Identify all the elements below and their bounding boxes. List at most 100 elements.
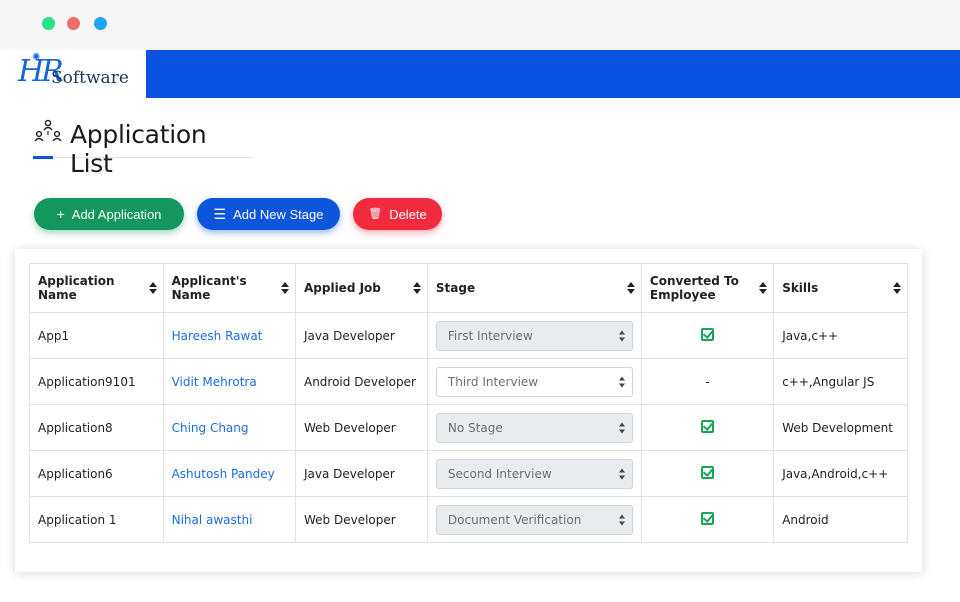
applicant-name-cell: Nihal awasthi [162,496,296,543]
stage-select-value: Second Interview [447,466,552,481]
app-header: ✺ HR Software [0,50,960,98]
applied-job-cell: Java Developer [294,312,428,359]
stage-cell: Document Verification [426,496,642,543]
application-name-cell: Application 1 [29,496,164,543]
applicant-link[interactable]: Ashutosh Pandey [172,467,275,481]
select-arrows-icon [618,376,626,387]
title-underline-accent [33,156,53,159]
sort-icon[interactable] [280,282,289,294]
column-header-applicant-name[interactable]: Applicant's Name [162,263,296,313]
table-row[interactable]: Application9101 Vidit Mehrotra Android Dev… [29,358,908,405]
checkbox-checked-icon [701,511,715,525]
applicant-link[interactable]: Hareesh Rawat [172,329,263,343]
table-row[interactable]: App1 Hareesh Rawat Java Developer First Int… [29,312,908,359]
page-title: Application List [70,120,207,178]
converted-cell: - [640,358,775,405]
select-arrows-icon [618,468,626,479]
page-title-section: Application List [33,116,253,178]
stage-select-value: Document Verification [447,512,582,527]
add-application-label: Add Application [71,206,162,222]
sort-icon[interactable] [893,282,901,294]
people-hierarchy-icon [34,119,62,142]
trash-icon: 🗑 [368,207,383,220]
skills-cell: Java,Android,c++ [773,450,908,497]
stage-select[interactable]: First Interview [435,320,633,351]
sort-icon[interactable] [412,282,421,294]
checkbox-checked-icon [701,465,715,479]
column-label: Converted To Employee [649,274,739,302]
skills-cell: Android [773,496,908,543]
converted-cell [640,496,775,543]
stage-select-value: Third Interview [447,374,539,389]
application-name-cell: App1 [29,312,164,359]
select-arrows-icon [618,330,626,341]
applied-job-cell: Web Developer [294,496,428,543]
column-header-skills[interactable]: Skills [773,263,908,313]
applicant-name-cell: Ching Chang [162,404,296,451]
application-name-cell: Application8 [29,404,164,451]
applications-card: Application Name Applicant's Name Applie… [15,249,922,572]
applicant-name-cell: Hareesh Rawat [162,312,296,359]
applicant-name-cell: Vidit Mehrotra [162,358,296,405]
sort-icon[interactable] [759,282,768,294]
column-header-stage[interactable]: Stage [426,263,642,313]
applicant-link[interactable]: Ching Chang [172,421,249,435]
column-label: Applicant's Name [171,274,247,302]
window-close-button[interactable] [67,17,80,30]
column-header-applied-job[interactable]: Applied Job [294,263,428,313]
application-name-cell: Application9101 [29,358,164,405]
table-row[interactable]: Application 1 Nihal awasthi Web Developer D… [29,496,908,543]
table-row[interactable]: Application6 Ashutosh Pandey Java Develope… [29,450,908,497]
window-titlebar [0,0,960,50]
stage-select[interactable]: Third Interview [435,366,633,397]
list-icon: ☰ [213,206,227,222]
header-bar [146,50,960,98]
applied-job-cell: Web Developer [294,404,428,451]
window-maximize-button[interactable] [42,17,55,30]
add-new-stage-label: Add New Stage [233,206,324,222]
skills-cell: Java,c++ [773,312,908,359]
column-header-application-name[interactable]: Application Name [29,263,164,313]
stage-cell: First Interview [426,312,642,359]
applicant-name-cell: Ashutosh Pandey [162,450,296,497]
plus-icon: + [56,206,65,222]
skills-cell: Web Development [773,404,908,451]
applicant-link[interactable]: Vidit Mehrotra [172,375,257,389]
window-minimize-button[interactable] [94,17,107,30]
checkbox-checked-icon [701,327,715,341]
table-row[interactable]: Application8 Ching Chang Web Developer No S… [29,404,908,451]
applied-job-cell: Android Developer [294,358,428,405]
stage-select[interactable]: Document Verification [435,504,633,535]
not-converted-text: - [705,374,710,389]
sort-icon[interactable] [148,282,157,294]
stage-select-value: First Interview [447,328,533,343]
stage-select[interactable]: No Stage [435,412,633,443]
logo[interactable]: ✺ HR Software [0,50,146,98]
add-new-stage-button[interactable]: ☰ Add New Stage [197,198,340,230]
applications-table: Application Name Applicant's Name Applie… [29,263,908,543]
column-label: Stage [435,281,476,295]
table-header-row: Application Name Applicant's Name Applie… [29,263,908,313]
applied-job-cell: Java Developer [294,450,428,497]
add-application-button[interactable]: + Add Application [34,198,184,230]
column-label: Skills [782,281,819,295]
column-label: Applied Job [303,281,381,295]
column-header-converted[interactable]: Converted To Employee [640,263,775,313]
application-name-cell: Application6 [29,450,164,497]
select-arrows-icon [618,422,626,433]
applicant-link[interactable]: Nihal awasthi [172,513,253,527]
stage-cell: No Stage [426,404,642,451]
skills-cell: c++,Angular JS [773,358,908,405]
stage-cell: Second Interview [426,450,642,497]
sort-icon[interactable] [626,282,635,294]
stage-select-value: No Stage [447,420,503,435]
select-arrows-icon [618,514,626,525]
converted-cell [640,450,775,497]
converted-cell [640,404,775,451]
stage-cell: Third Interview [426,358,642,405]
stage-select[interactable]: Second Interview [435,458,633,489]
checkbox-checked-icon [701,419,715,433]
delete-button[interactable]: 🗑 Delete [353,198,442,230]
logo-text: Software [51,68,129,88]
column-label: Application Name [38,274,115,302]
